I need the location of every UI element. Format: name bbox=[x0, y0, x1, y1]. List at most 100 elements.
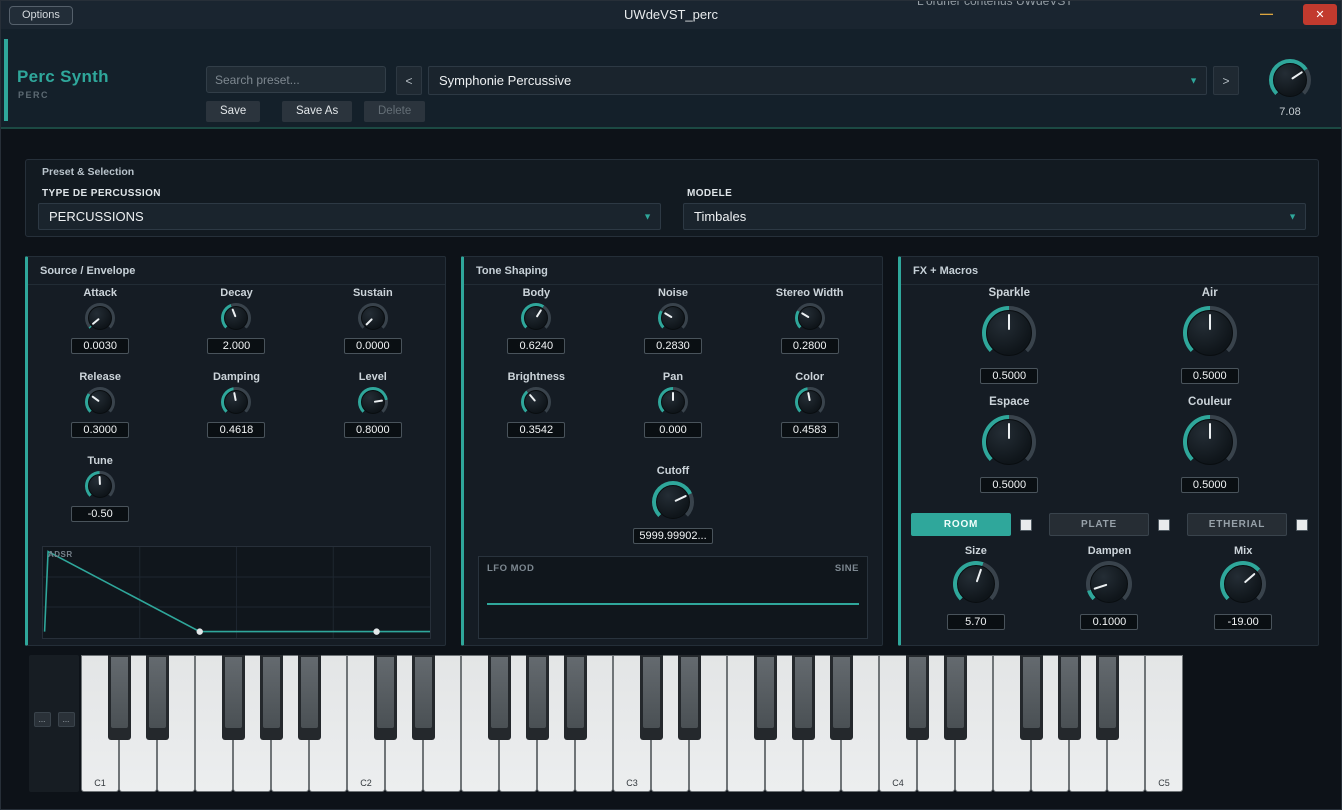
black-key[interactable] bbox=[678, 655, 701, 740]
delete-button[interactable]: Delete bbox=[364, 101, 425, 122]
master-volume-knob[interactable] bbox=[1269, 59, 1311, 101]
black-key[interactable] bbox=[146, 655, 169, 740]
air-label: Air bbox=[1202, 287, 1218, 299]
decay-knob-cell: Decay2.000 bbox=[207, 287, 265, 354]
keyboard-side-panel: ...... bbox=[29, 655, 79, 792]
black-key[interactable] bbox=[754, 655, 777, 740]
keyboard-more-button-2[interactable]: ... bbox=[58, 712, 75, 727]
minimize-icon[interactable]: — bbox=[1260, 6, 1273, 21]
damping-value[interactable]: 0.4618 bbox=[207, 422, 265, 438]
stereo-width-knob[interactable] bbox=[795, 303, 825, 333]
attack-knob[interactable] bbox=[85, 303, 115, 333]
keyboard-more-button-1[interactable]: ... bbox=[34, 712, 51, 727]
adsr-graph[interactable]: ADSR bbox=[42, 546, 431, 639]
black-key[interactable] bbox=[1058, 655, 1081, 740]
search-preset-input[interactable] bbox=[206, 66, 386, 93]
espace-knob[interactable] bbox=[982, 415, 1036, 469]
size-knob[interactable] bbox=[953, 561, 999, 607]
cutoff-knob-slot: Cutoff5999.99902... bbox=[464, 465, 882, 544]
cutoff-value[interactable]: 5999.99902... bbox=[633, 528, 712, 544]
next-preset-button[interactable]: > bbox=[1213, 66, 1239, 95]
master-volume-knob-cell: 7.08 bbox=[1269, 59, 1311, 118]
tune-value[interactable]: -0.50 bbox=[71, 506, 129, 522]
black-key[interactable] bbox=[1096, 655, 1119, 740]
size-value[interactable]: 5.70 bbox=[947, 614, 1005, 630]
noise-knob[interactable] bbox=[658, 303, 688, 333]
pan-knob[interactable] bbox=[658, 387, 688, 417]
stereo-width-value[interactable]: 0.2800 bbox=[781, 338, 839, 354]
black-key[interactable] bbox=[906, 655, 929, 740]
white-key[interactable] bbox=[1145, 655, 1183, 792]
percussion-type-value: PERCUSSIONS bbox=[49, 209, 144, 224]
sparkle-value[interactable]: 0.5000 bbox=[980, 368, 1038, 384]
air-value[interactable]: 0.5000 bbox=[1181, 368, 1239, 384]
black-key[interactable] bbox=[1020, 655, 1043, 740]
couleur-value[interactable]: 0.5000 bbox=[1181, 477, 1239, 493]
black-key[interactable] bbox=[108, 655, 131, 740]
mix-value[interactable]: -19.00 bbox=[1214, 614, 1272, 630]
black-key[interactable] bbox=[412, 655, 435, 740]
percussion-type-dropdown[interactable]: PERCUSSIONS bbox=[38, 203, 661, 230]
release-value[interactable]: 0.3000 bbox=[71, 422, 129, 438]
save-as-button[interactable]: Save As bbox=[282, 101, 352, 122]
dampen-label: Dampen bbox=[1088, 545, 1131, 557]
level-knob[interactable] bbox=[358, 387, 388, 417]
sustain-knob[interactable] bbox=[358, 303, 388, 333]
decay-knob[interactable] bbox=[221, 303, 251, 333]
adsr-label: ADSR bbox=[48, 550, 73, 559]
percussion-type-label: TYPE DE PERCUSSION bbox=[42, 188, 661, 199]
air-knob[interactable] bbox=[1183, 306, 1237, 360]
sustain-value[interactable]: 0.0000 bbox=[344, 338, 402, 354]
tone-shaping-panel: Tone Shaping Body0.6240Noise0.2830Stereo… bbox=[461, 256, 883, 646]
black-key[interactable] bbox=[488, 655, 511, 740]
black-key[interactable] bbox=[526, 655, 549, 740]
save-button[interactable]: Save bbox=[206, 101, 260, 122]
color-value[interactable]: 0.4583 bbox=[781, 422, 839, 438]
brightness-value[interactable]: 0.3542 bbox=[507, 422, 565, 438]
preset-fields: TYPE DE PERCUSSION PERCUSSIONS MODELE Ti… bbox=[38, 186, 1306, 230]
decay-value[interactable]: 2.000 bbox=[207, 338, 265, 354]
espace-value[interactable]: 0.5000 bbox=[980, 477, 1038, 493]
mode-plate-button[interactable]: PLATE bbox=[1049, 513, 1149, 536]
body-knob[interactable] bbox=[521, 303, 551, 333]
pan-label: Pan bbox=[663, 371, 683, 383]
black-key[interactable] bbox=[222, 655, 245, 740]
model-dropdown[interactable]: Timbales bbox=[683, 203, 1306, 230]
mode-plate-checkbox[interactable] bbox=[1158, 519, 1170, 531]
mode-etherial-button[interactable]: ETHERIAL bbox=[1187, 513, 1287, 536]
color-knob[interactable] bbox=[795, 387, 825, 417]
preset-dropdown[interactable]: Symphonie Percussive bbox=[428, 66, 1207, 95]
release-knob[interactable] bbox=[85, 387, 115, 417]
lfo-wave-selector[interactable]: SINE bbox=[835, 563, 859, 574]
black-key[interactable] bbox=[564, 655, 587, 740]
mode-etherial-checkbox[interactable] bbox=[1296, 519, 1308, 531]
noise-value[interactable]: 0.2830 bbox=[644, 338, 702, 354]
reverb-knob-grid: Size5.70Dampen0.1000Mix-19.00 bbox=[909, 545, 1310, 630]
couleur-knob[interactable] bbox=[1183, 415, 1237, 469]
pan-value[interactable]: 0.000 bbox=[644, 422, 702, 438]
black-key[interactable] bbox=[298, 655, 321, 740]
close-icon[interactable]: ✕ bbox=[1303, 4, 1337, 25]
cutoff-knob[interactable] bbox=[652, 481, 694, 523]
air-knob-cell: Air 0.5000 bbox=[1181, 287, 1239, 384]
black-key[interactable] bbox=[374, 655, 397, 740]
sparkle-knob[interactable] bbox=[982, 306, 1036, 360]
body-value[interactable]: 0.6240 bbox=[507, 338, 565, 354]
mode-room-button[interactable]: ROOM bbox=[911, 513, 1011, 536]
brightness-knob[interactable] bbox=[521, 387, 551, 417]
black-key[interactable] bbox=[792, 655, 815, 740]
mode-room-checkbox[interactable] bbox=[1020, 519, 1032, 531]
dampen-knob[interactable] bbox=[1086, 561, 1132, 607]
mix-knob[interactable] bbox=[1220, 561, 1266, 607]
tune-knob[interactable] bbox=[85, 471, 115, 501]
black-key[interactable] bbox=[830, 655, 853, 740]
level-value[interactable]: 0.8000 bbox=[344, 422, 402, 438]
prev-preset-button[interactable]: < bbox=[396, 66, 422, 95]
damping-knob[interactable] bbox=[221, 387, 251, 417]
black-key[interactable] bbox=[944, 655, 967, 740]
black-key[interactable] bbox=[260, 655, 283, 740]
black-key[interactable] bbox=[640, 655, 663, 740]
dampen-value[interactable]: 0.1000 bbox=[1080, 614, 1138, 630]
tune-knob-cell: Tune-0.50 bbox=[71, 455, 129, 522]
attack-value[interactable]: 0.0030 bbox=[71, 338, 129, 354]
